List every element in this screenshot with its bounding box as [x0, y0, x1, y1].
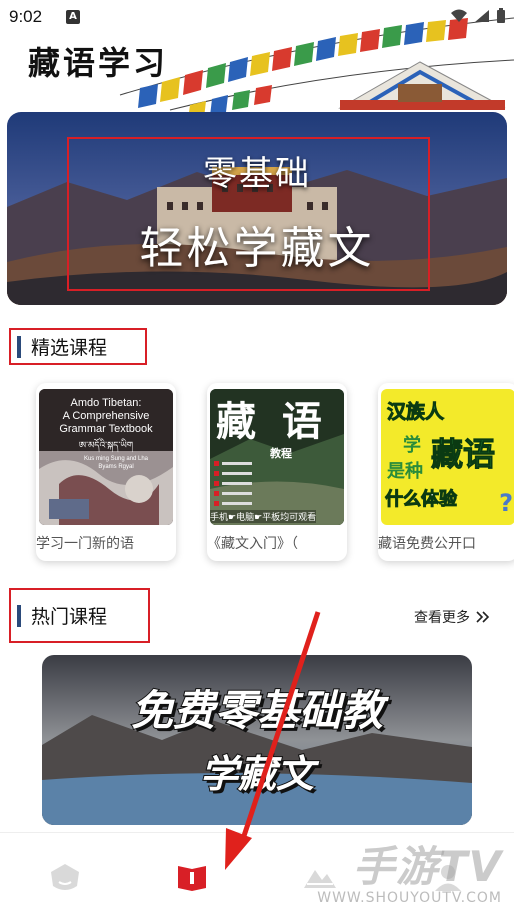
thumb-title: 藏 语 — [216, 398, 328, 445]
course-thumbnail: Amdo Tibetan: A Comprehensive Grammar Te… — [39, 389, 173, 525]
nav-explore[interactable] — [302, 859, 338, 895]
thumb-line: 藏语 — [430, 435, 496, 474]
section-marker — [17, 604, 21, 627]
course-title: 藏语免费公开口 — [378, 536, 476, 552]
hot-banner-line2: 学藏文 — [199, 751, 315, 797]
bottom-navigation — [0, 832, 514, 915]
signal-icon — [475, 10, 489, 22]
battery-icon — [497, 8, 505, 23]
status-time: 9:02 — [9, 7, 43, 26]
thumb-footer: 手机☛电脑☛平板均可观看 — [210, 510, 317, 523]
profile-icon — [435, 865, 461, 891]
book-icon — [178, 866, 206, 891]
course-card-3[interactable]: 汉族人 学 藏语 是种 什么体验 ? 藏语免费公开口 — [378, 383, 514, 561]
thumb-title-line: Grammar Textbook — [59, 423, 153, 435]
featured-section-title: 精选课程 — [31, 337, 108, 359]
thumb-line: 汉族人 — [386, 401, 445, 424]
thumb-subtitle: 教程 — [270, 447, 292, 460]
hero-title: 轻松学藏文 — [139, 223, 375, 274]
nav-courses[interactable] — [174, 859, 210, 895]
wifi-icon — [451, 9, 467, 22]
hot-banner-line1: 免费零基础教 — [130, 685, 384, 736]
mountain-icon — [304, 870, 336, 888]
nav-profile[interactable] — [430, 859, 466, 895]
nav-home[interactable] — [47, 859, 83, 895]
double-chevron-right-icon — [476, 611, 490, 623]
home-icon — [51, 864, 79, 890]
status-icons — [450, 8, 506, 24]
thumb-tibetan: ཨ་མདོའི་སྐད་ཡིག — [78, 440, 134, 450]
course-thumbnail: 汉族人 学 藏语 是种 什么体验 ? — [381, 389, 514, 525]
course-title: 《藏文入门》（ — [207, 536, 298, 552]
hot-section-header: 热门课程 — [9, 588, 150, 643]
section-marker — [17, 335, 21, 358]
hero-banner[interactable]: 零基础 轻松学藏文 — [7, 112, 507, 305]
app-title: 藏语学习 — [28, 44, 169, 82]
thumb-title-line: Amdo Tibetan: — [70, 397, 142, 409]
thumb-line: 什么体验 — [385, 489, 458, 511]
hot-course-banner[interactable]: 免费零基础教 学藏文 — [42, 655, 472, 825]
thumb-title-line: A Comprehensive — [62, 410, 150, 422]
view-more-label: 查看更多 — [414, 610, 470, 626]
course-card-1[interactable]: Amdo Tibetan: A Comprehensive Grammar Te… — [36, 383, 176, 561]
view-more-link[interactable]: 查看更多 — [414, 607, 490, 627]
thumb-author: Kus ming Sung and Lha Byams Rgyal — [83, 456, 149, 470]
featured-section-header: 精选课程 — [9, 328, 147, 365]
thumb-question: ? — [499, 489, 513, 517]
thumb-line: 是种 — [387, 461, 423, 482]
hero-subtitle: 零基础 — [203, 154, 311, 194]
hot-section-title: 热门课程 — [31, 606, 108, 628]
course-thumbnail: 藏 语 教程 手机☛电脑☛平板均可观看 — [210, 389, 344, 525]
status-bar: 9:02 A — [0, 0, 514, 34]
thumb-line: 学 — [403, 435, 421, 456]
course-card-2[interactable]: 藏 语 教程 手机☛电脑☛平板均可观看 《藏文入门》（ — [207, 383, 347, 561]
course-title: 学习一门新的语 — [36, 536, 134, 552]
notification-icon: A — [66, 10, 80, 24]
